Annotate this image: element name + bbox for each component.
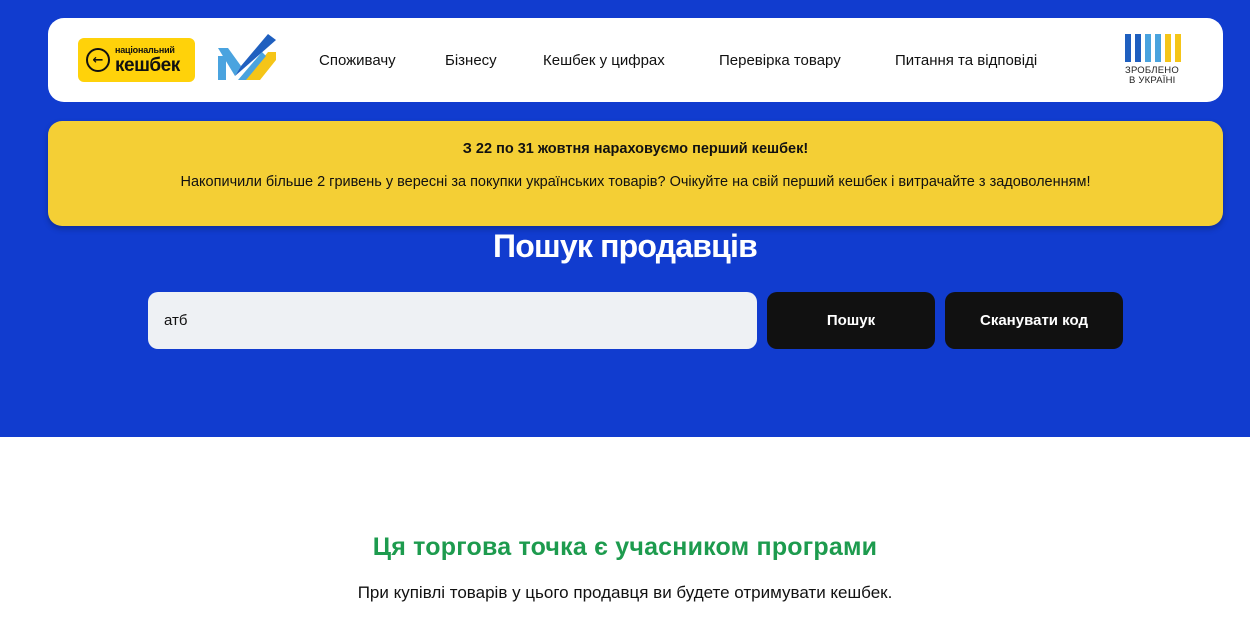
logo-big-text: кешбек [115, 54, 180, 76]
search-button[interactable]: Пошук [767, 292, 935, 349]
nav-item-consumer[interactable]: Споживачу [319, 18, 396, 102]
ministry-logo-icon[interactable] [218, 34, 280, 86]
nav-item-business[interactable]: Бізнесу [445, 18, 497, 102]
coin-arrow-icon: ← [86, 48, 110, 72]
seller-search-input[interactable] [148, 292, 757, 349]
national-cashback-logo[interactable]: ← національний кешбек [78, 38, 195, 82]
made-in-ukraine-logo[interactable]: ЗРОБЛЕНО В УКРАЇНІ [1125, 34, 1195, 88]
made-in-line2: В УКРАЇНІ [1129, 75, 1176, 86]
announcement-banner: З 22 по 31 жовтня нараховуємо перший кеш… [48, 121, 1223, 226]
hero-section: ← національний кешбек Споживачу Бізнесу … [0, 0, 1250, 437]
made-in-ukraine-stripes-icon [1125, 34, 1195, 62]
nav-item-faq[interactable]: Питання та відповіді [895, 18, 1037, 102]
logo-small-text: національний [115, 44, 175, 55]
nav-item-cashback-numbers[interactable]: Кешбек у цифрах [543, 18, 665, 102]
scan-code-button[interactable]: Сканувати код [945, 292, 1123, 349]
banner-text: Накопичили більше 2 гривень у вересні за… [180, 174, 1091, 190]
nav-item-product-check[interactable]: Перевірка товару [719, 18, 841, 102]
result-text: При купівлі товарів у цього продавця ви … [357, 583, 893, 602]
result-title: Ця торгова точка є учасником програми [372, 533, 878, 561]
site-header: ← національний кешбек Споживачу Бізнесу … [48, 18, 1223, 102]
page-title: Пошук продавців [493, 228, 758, 264]
banner-title: З 22 по 31 жовтня нараховуємо перший кеш… [462, 141, 809, 157]
